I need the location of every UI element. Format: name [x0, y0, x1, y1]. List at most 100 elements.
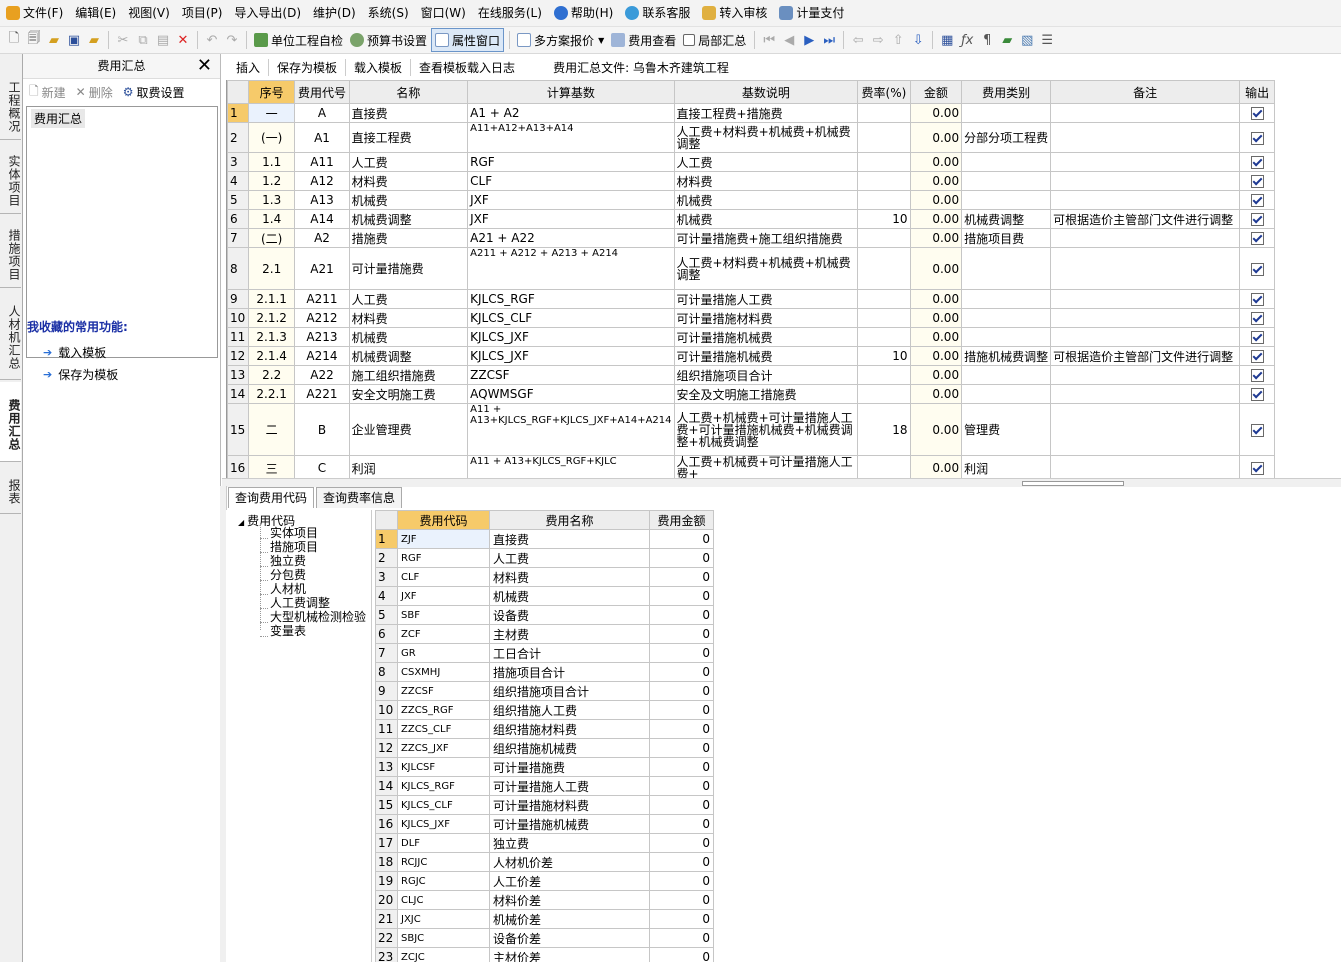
table-row[interactable]: 22 SBJC 设备价差 0 [375, 928, 714, 948]
menu-edit[interactable]: 编辑(E) [69, 2, 122, 24]
row-number[interactable]: 4 [227, 171, 249, 191]
cell-fee-code[interactable]: DLF [397, 833, 490, 853]
cell-desc[interactable]: 可计量措施人工费 [673, 289, 859, 309]
col-header-name[interactable]: 名称 [348, 80, 469, 104]
prev-icon[interactable]: ◀ [779, 33, 799, 48]
cell-fee-amount[interactable]: 0 [649, 643, 714, 663]
menu-file[interactable]: 文件(F) [0, 2, 69, 24]
new-button[interactable]: 🗋 新建 [29, 82, 66, 103]
cell-base[interactable]: KJLCS_JXF [467, 346, 675, 366]
cell-code[interactable]: A214 [294, 346, 350, 366]
cell-base[interactable]: A11+A12+A13+A14 [467, 122, 675, 153]
output-checkbox[interactable] [1250, 107, 1264, 120]
cell-code[interactable]: A2 [294, 228, 350, 248]
output-checkbox[interactable] [1250, 423, 1264, 437]
cell-rate[interactable]: 10 [857, 209, 911, 229]
cell-desc[interactable]: 可计量措施机械费 [673, 327, 859, 347]
cell-code[interactable]: A211 [294, 289, 350, 309]
row-number[interactable]: 4 [375, 586, 398, 606]
cell-fee-code[interactable]: GR [397, 643, 490, 663]
cell-seq[interactable]: 1.4 [247, 209, 296, 229]
cell-code[interactable]: A21 [294, 247, 350, 290]
cell-seq[interactable]: (一) [247, 122, 296, 153]
cell-fee-amount[interactable]: 0 [649, 567, 714, 587]
cell-fee-amount[interactable]: 0 [649, 871, 714, 891]
row-number[interactable]: 11 [375, 719, 398, 739]
cell-base[interactable]: A11 + A13+KJLCS_RGF+KJLC [467, 455, 675, 478]
cell-base[interactable]: CLF [467, 171, 675, 191]
output-checkbox[interactable] [1250, 293, 1264, 306]
cell-fee-amount[interactable]: 0 [649, 947, 714, 962]
output-checkbox[interactable] [1250, 462, 1264, 475]
new-project-icon[interactable]: 🗐 [24, 29, 44, 51]
cell-fee-amount[interactable]: 0 [649, 700, 714, 720]
cell-desc[interactable]: 可计量措施费+施工组织措施费 [673, 228, 859, 248]
view-log-button[interactable]: 查看模板载入日志 [410, 58, 523, 76]
row-number[interactable]: 15 [227, 403, 249, 456]
cell-fee-code[interactable]: ZCF [397, 624, 490, 644]
load-template-button[interactable]: 载入模板 [345, 58, 410, 76]
cell-amount[interactable]: 0.00 [909, 384, 963, 404]
cell-fee-amount[interactable]: 0 [649, 814, 714, 834]
horizontal-splitter[interactable] [222, 478, 1341, 487]
cell-fee-amount[interactable]: 0 [649, 529, 714, 549]
cell-category[interactable] [961, 171, 1052, 191]
cell-fee-name[interactable]: 组织措施项目合计 [489, 681, 650, 701]
tab-fee-summary[interactable]: 费用汇总 [0, 382, 21, 462]
row-number[interactable]: 21 [375, 909, 398, 929]
close-icon[interactable]: ✕ [197, 54, 212, 78]
cell-fee-name[interactable]: 主材价差 [489, 947, 650, 962]
row-number[interactable]: 12 [227, 346, 249, 366]
cell-fee-code[interactable]: SBJC [397, 928, 490, 948]
cell-note[interactable] [1050, 152, 1241, 172]
cell-fee-name[interactable]: 组织措施人工费 [489, 700, 650, 720]
cell-note[interactable] [1050, 308, 1241, 328]
cell-category[interactable] [961, 103, 1052, 123]
favorite-save-template[interactable]: ➔ 保存为模板 [43, 366, 118, 383]
cell-base[interactable]: A211 + A212 + A213 + A214 [467, 247, 675, 290]
table-row[interactable]: 3 CLF 材料费 0 [375, 567, 714, 587]
col-header-output[interactable]: 输出 [1239, 80, 1275, 104]
cell-rate[interactable] [857, 455, 911, 478]
table-row[interactable]: 4 1.2 A12 材料费 CLF 材料费 0.00 [227, 171, 1275, 191]
cell-seq[interactable]: 2.1 [247, 247, 296, 290]
cell-amount[interactable]: 0.00 [909, 247, 963, 290]
output-checkbox[interactable] [1250, 213, 1264, 226]
cell-amount[interactable]: 0.00 [909, 455, 963, 478]
row-number[interactable]: 1 [375, 529, 398, 549]
cell-desc[interactable]: 机械费 [673, 209, 859, 229]
cell-category[interactable] [961, 190, 1052, 210]
cell-fee-code[interactable]: RCJJC [397, 852, 490, 872]
cell-amount[interactable]: 0.00 [909, 171, 963, 191]
cell-desc[interactable]: 机械费 [673, 190, 859, 210]
cell-fee-name[interactable]: 可计量措施材料费 [489, 795, 650, 815]
row-number[interactable]: 8 [227, 247, 249, 290]
tab-entity-items[interactable]: 实体项目 [0, 142, 21, 214]
cell-fee-amount[interactable]: 0 [649, 757, 714, 777]
cell-desc[interactable]: 人工费 [673, 152, 859, 172]
cell-seq[interactable]: 2.1.1 [247, 289, 296, 309]
cell-fee-code[interactable]: RGJC [397, 871, 490, 891]
col-header-rate[interactable]: 费率(%) [857, 80, 911, 104]
budget-settings-button[interactable]: 预算书设置 [347, 29, 430, 51]
tab-measure-items[interactable]: 措施项目 [0, 216, 21, 288]
cell-rate[interactable] [857, 247, 911, 290]
row-number[interactable]: 3 [227, 152, 249, 172]
cell-amount[interactable]: 0.00 [909, 152, 963, 172]
cell-desc[interactable]: 人工费+材料费+机械费+机械费调整 [673, 122, 859, 153]
row-number[interactable]: 10 [375, 700, 398, 720]
table-row[interactable]: 16 三 C 利润 A11 + A13+KJLCS_RGF+KJLC 人工费+机械费+可计… [227, 455, 1275, 478]
cell-fee-amount[interactable]: 0 [649, 662, 714, 682]
cell-code[interactable]: C [294, 455, 350, 478]
output-checkbox[interactable] [1250, 232, 1264, 245]
cell-seq[interactable]: 2.1.4 [247, 346, 296, 366]
delete-icon[interactable]: ✕ [173, 33, 193, 48]
row-number[interactable]: 9 [227, 289, 249, 309]
cell-fee-name[interactable]: 主材费 [489, 624, 650, 644]
cell-fee-code[interactable]: KJLCS_CLF [397, 795, 490, 815]
col-header-fee-amount[interactable]: 费用金额 [649, 510, 714, 530]
row-number[interactable]: 18 [375, 852, 398, 872]
property-window-button[interactable]: 属性窗口 [431, 28, 505, 52]
cell-amount[interactable]: 0.00 [909, 289, 963, 309]
save-icon[interactable]: ▣ [64, 33, 84, 48]
